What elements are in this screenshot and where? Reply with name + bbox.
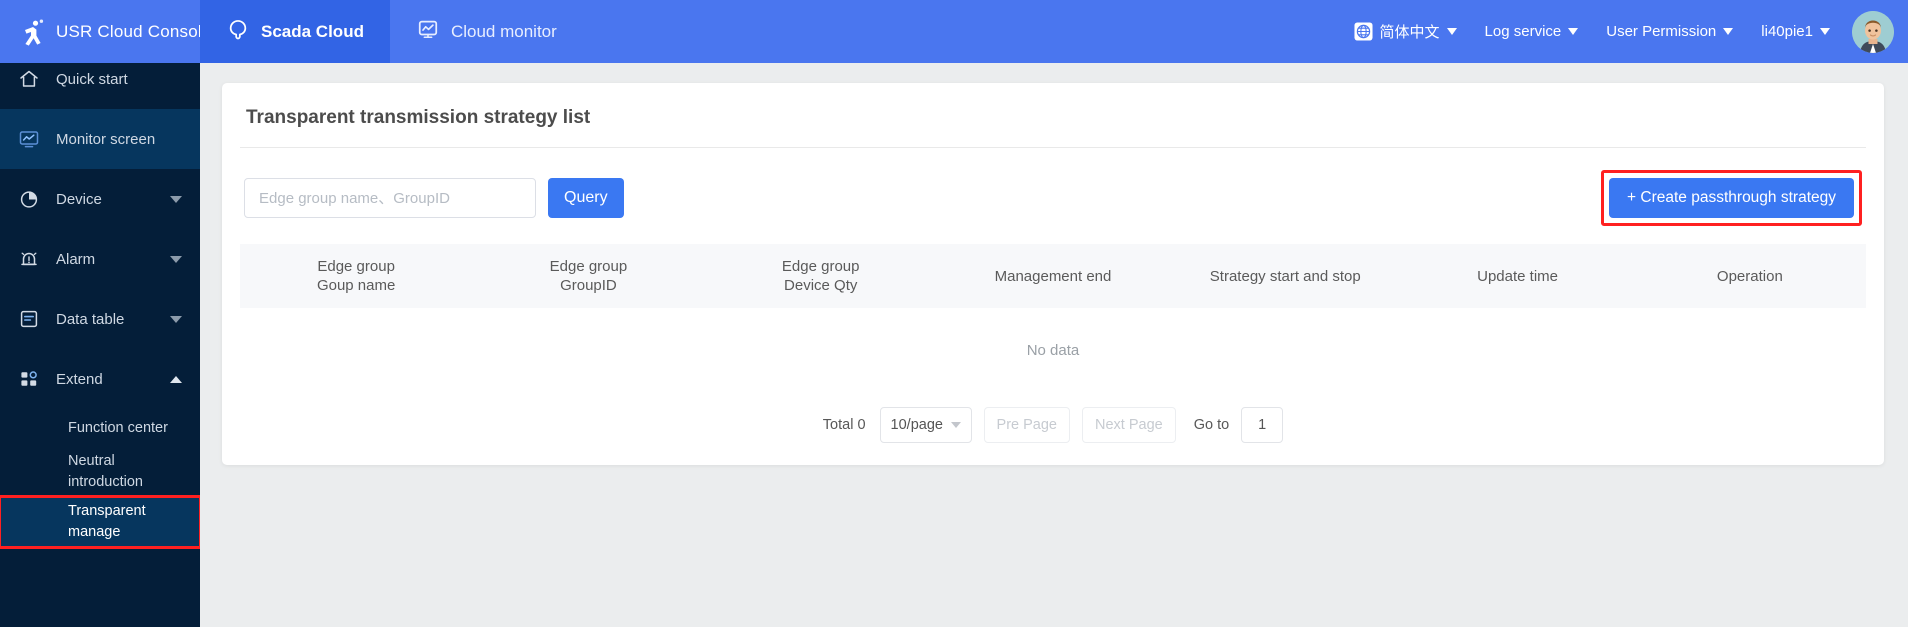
create-strategy-highlight-box: + Create passthrough strategy xyxy=(1601,170,1862,226)
log-service-label: Log service xyxy=(1484,23,1562,40)
data-table-icon xyxy=(18,308,40,330)
sidebar-item-quick-start-label: Quick start xyxy=(56,70,128,88)
table-empty-row: No data xyxy=(240,308,1866,389)
column-update-time: Update time xyxy=(1477,267,1558,285)
column-operation: Operation xyxy=(1716,267,1783,285)
chevron-down-icon xyxy=(1723,28,1734,35)
page-size-select[interactable]: 10/page xyxy=(879,407,972,443)
sidebar-subitem-function-center[interactable]: Function center xyxy=(0,409,200,447)
cloud-icon xyxy=(226,18,250,45)
home-icon xyxy=(18,68,40,90)
total-count-label: Total 0 xyxy=(822,417,866,433)
list-toolbar: Query + Create passthrough strategy xyxy=(240,148,1866,244)
monitor-chart-icon xyxy=(416,18,440,45)
grid-blocks-icon xyxy=(18,368,40,390)
sidebar-item-device[interactable]: Device xyxy=(0,169,200,229)
sidebar-item-extend-label: Extend xyxy=(56,370,103,388)
brand-title: USR Cloud Console xyxy=(56,21,212,41)
chevron-down-icon xyxy=(1820,28,1830,35)
pie-clock-icon xyxy=(18,188,40,210)
page-title: Transparent transmission strategy list xyxy=(240,83,1866,148)
create-passthrough-strategy-button[interactable]: + Create passthrough strategy xyxy=(1609,178,1854,218)
account-menu[interactable]: li40pie1 xyxy=(1747,0,1844,63)
table-header-row: Edge group Goup name Edge group GroupID … xyxy=(240,244,1866,308)
sidebar-subitem-neutral-introduction-label: Neutral introduction xyxy=(68,453,143,490)
chevron-down-icon xyxy=(170,195,182,203)
tab-cloud-monitor-label: Cloud monitor xyxy=(450,21,557,41)
goto-page-label: Go to xyxy=(1193,417,1230,433)
brand-area: USR Cloud Console xyxy=(0,0,252,63)
chevron-down-icon xyxy=(1446,28,1457,35)
bell-alarm-icon xyxy=(18,248,40,270)
sidebar-subitem-function-center-label: Function center xyxy=(68,419,168,436)
monitor-icon xyxy=(18,128,40,150)
column-strategy-start-stop: Strategy start and stop xyxy=(1209,267,1361,285)
account-label: li40pie1 xyxy=(1761,23,1813,40)
previous-page-button[interactable]: Pre Page xyxy=(983,407,1070,443)
language-label: 简体中文 xyxy=(1379,24,1440,41)
sidebar-item-device-label: Device xyxy=(56,190,102,208)
strategy-list-card: Transparent transmission strategy list Q… xyxy=(222,83,1884,465)
chevron-up-icon xyxy=(170,375,182,383)
globe-icon xyxy=(1353,22,1373,41)
tab-scada-cloud[interactable]: Scada Cloud xyxy=(200,0,390,63)
sidebar-subitem-transparent-manage[interactable]: Transparent manage xyxy=(0,495,200,549)
sidebar-subitem-transparent-manage-label: Transparent manage xyxy=(68,503,146,540)
chevron-down-icon xyxy=(170,315,182,323)
column-management-end: Management end xyxy=(994,267,1112,285)
user-permission-menu[interactable]: User Permission xyxy=(1592,0,1747,63)
goto-page-input[interactable] xyxy=(1241,407,1284,443)
chevron-down-icon xyxy=(1568,28,1579,35)
chevron-down-icon xyxy=(170,255,182,263)
chevron-down-icon xyxy=(950,422,961,428)
sidebar-item-alarm[interactable]: Alarm xyxy=(0,229,200,289)
tab-scada-cloud-label: Scada Cloud xyxy=(261,21,364,41)
no-data-message: No data xyxy=(1026,342,1080,359)
sidebar-navigation: Quick start Monitor screen Device Alarm … xyxy=(0,49,200,627)
table-header: Edge group Goup name Edge group GroupID … xyxy=(240,244,1866,308)
column-edge-group-name: Edge group Goup name xyxy=(316,258,396,294)
query-button[interactable]: Query xyxy=(548,178,624,218)
tab-cloud-monitor[interactable]: Cloud monitor xyxy=(390,0,583,63)
sidebar-item-monitor-screen[interactable]: Monitor screen xyxy=(0,109,200,169)
topbar-right-actions: 简体中文 Log service User Permission li40pie… xyxy=(1340,0,1908,63)
language-selector[interactable]: 简体中文 xyxy=(1340,0,1471,63)
table-body: No data xyxy=(240,308,1866,389)
top-navigation-bar: USR Cloud Console Scada Cloud Cloud moni… xyxy=(0,0,1908,63)
sidebar-item-data-table[interactable]: Data table xyxy=(0,289,200,349)
sidebar-item-data-table-label: Data table xyxy=(56,310,125,328)
sidebar-item-extend[interactable]: Extend xyxy=(0,349,200,409)
sidebar-item-alarm-label: Alarm xyxy=(56,250,96,268)
main-content-area: Transparent transmission strategy list Q… xyxy=(200,63,1908,627)
user-permission-label: User Permission xyxy=(1606,23,1717,40)
page-size-label: 10/page xyxy=(890,417,943,433)
column-edge-group-device-qty: Edge group Device Qty xyxy=(781,258,860,294)
sidebar-item-monitor-screen-label: Monitor screen xyxy=(56,130,156,148)
strategy-table: Edge group Goup name Edge group GroupID … xyxy=(240,244,1866,389)
avatar[interactable] xyxy=(1852,10,1894,53)
log-service-menu[interactable]: Log service xyxy=(1471,0,1593,63)
column-edge-group-id: Edge group GroupID xyxy=(549,258,628,294)
next-page-button[interactable]: Next Page xyxy=(1082,407,1176,443)
pagination: Total 0 10/page Pre Page Next Page Go to xyxy=(240,389,1866,443)
sidebar-subitem-neutral-introduction[interactable]: Neutral introduction xyxy=(0,447,200,497)
search-input[interactable] xyxy=(244,178,536,218)
person-running-icon xyxy=(16,17,46,47)
